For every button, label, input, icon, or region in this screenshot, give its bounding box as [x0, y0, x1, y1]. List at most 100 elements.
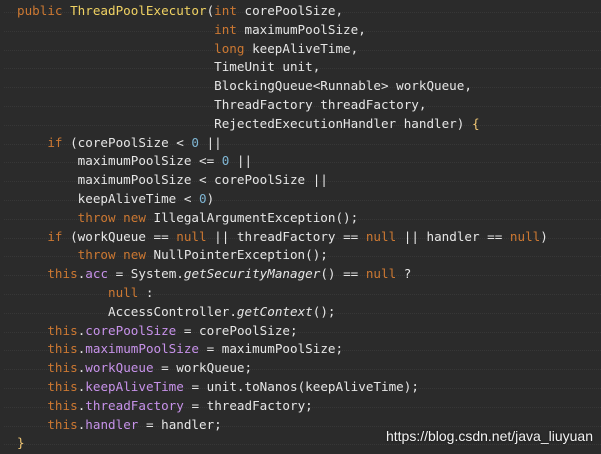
- code-token: || handler ==: [396, 228, 510, 244]
- code-line[interactable]: throw new NullPointerException();: [0, 246, 601, 265]
- code-token: null: [108, 284, 139, 300]
- code-token: null: [509, 228, 541, 244]
- code-token: this: [47, 266, 78, 282]
- code-line[interactable]: if (workQueue == null || threadFactory =…: [0, 228, 601, 247]
- code-token: this: [47, 416, 78, 432]
- code-line[interactable]: keepAliveTime < 0): [0, 190, 601, 209]
- code-line[interactable]: AccessController.getContext();: [0, 303, 601, 322]
- code-token: if: [47, 228, 71, 244]
- code-line[interactable]: maximumPoolSize < corePoolSize ||: [0, 171, 601, 190]
- code-token: maximumPoolSize <=: [77, 153, 222, 169]
- code-line[interactable]: BlockingQueue<Runnable> workQueue,: [0, 77, 601, 96]
- code-token: = threadFactory;: [183, 397, 313, 413]
- code-token: (corePoolSize <: [70, 134, 192, 150]
- code-token: long: [214, 40, 253, 56]
- code-token: if: [47, 134, 71, 150]
- code-token: this: [47, 378, 78, 394]
- code-line[interactable]: int maximumPoolSize,: [0, 21, 601, 40]
- code-token: = workQueue;: [153, 360, 253, 376]
- code-token: ThreadFactory threadFactory,: [214, 96, 427, 112]
- code-token: this: [47, 360, 78, 376]
- code-token: ): [540, 228, 548, 244]
- code-token: ||: [229, 153, 253, 169]
- code-token: maximumPoolSize: [85, 341, 200, 357]
- code-token: ||: [199, 134, 222, 150]
- code-token: BlockingQueue<Runnable> workQueue,: [214, 78, 472, 94]
- code-token: acc: [85, 266, 109, 282]
- watermark: https://blog.csdn.net/java_liuyuan: [385, 428, 593, 444]
- code-token: throw new: [77, 209, 154, 225]
- code-token: int: [214, 3, 245, 18]
- code-token: IllegalArgumentException();: [153, 209, 359, 225]
- code-token: this: [47, 341, 78, 357]
- code-token: null: [176, 228, 207, 244]
- code-line[interactable]: RejectedExecutionHandler handler) {: [0, 115, 601, 134]
- code-token: workQueue: [85, 360, 154, 376]
- code-line[interactable]: maximumPoolSize <= 0 ||: [0, 152, 601, 171]
- code-token: = corePoolSize;: [176, 322, 298, 338]
- code-line[interactable]: this.keepAliveTime = unit.toNanos(keepAl…: [0, 378, 601, 397]
- code-token: || threadFactory ==: [206, 228, 366, 244]
- code-line[interactable]: public ThreadPoolExecutor(int corePoolSi…: [0, 2, 601, 21]
- code-line[interactable]: this.maximumPoolSize = maximumPoolSize;: [0, 340, 601, 359]
- code-line[interactable]: long keepAliveTime,: [0, 40, 601, 59]
- code-token: ThreadPoolExecutor: [70, 3, 207, 18]
- code-editor[interactable]: public ThreadPoolExecutor(int corePoolSi…: [0, 0, 601, 454]
- code-token: }: [17, 435, 25, 451]
- code-line[interactable]: this.acc = System.getSecurityManager() =…: [0, 265, 601, 284]
- code-token: () ==: [320, 266, 366, 282]
- code-line[interactable]: ThreadFactory threadFactory,: [0, 96, 601, 115]
- code-token: maximumPoolSize,: [244, 21, 366, 37]
- code-token: 0: [191, 134, 200, 150]
- code-line[interactable]: this.workQueue = workQueue;: [0, 359, 601, 378]
- code-token: this: [47, 397, 78, 413]
- code-token: this: [47, 322, 78, 338]
- code-token: ?: [396, 266, 412, 282]
- code-line[interactable]: TimeUnit unit,: [0, 58, 601, 77]
- code-token: NullPointerException();: [153, 247, 328, 263]
- code-line[interactable]: this.corePoolSize = corePoolSize;: [0, 322, 601, 341]
- code-token: = handler;: [138, 416, 222, 432]
- code-token: corePoolSize,: [244, 3, 344, 18]
- code-token: corePoolSize: [85, 322, 177, 338]
- code-line[interactable]: this.threadFactory = threadFactory;: [0, 397, 601, 416]
- code-token: :: [138, 284, 154, 300]
- code-token: {: [471, 115, 480, 131]
- code-token: getContext: [236, 303, 313, 319]
- code-token: null: [365, 266, 397, 282]
- code-block[interactable]: public ThreadPoolExecutor(int corePoolSi…: [0, 2, 601, 453]
- code-line[interactable]: if (corePoolSize < 0 ||: [0, 134, 601, 153]
- code-token: keepAliveTime <: [77, 190, 199, 206]
- code-token: threadFactory: [85, 397, 184, 413]
- code-line[interactable]: throw new IllegalArgumentException();: [0, 209, 601, 228]
- code-line[interactable]: null :: [0, 284, 601, 303]
- code-token: throw new: [77, 247, 154, 263]
- code-token: getSecurityManager: [183, 266, 321, 282]
- code-token: keepAliveTime: [85, 378, 184, 394]
- code-token: ): [206, 190, 215, 206]
- code-token: = maximumPoolSize;: [199, 341, 344, 357]
- code-token: keepAliveTime,: [252, 40, 359, 56]
- code-token: public: [17, 3, 71, 18]
- code-token: (workQueue ==: [70, 228, 177, 244]
